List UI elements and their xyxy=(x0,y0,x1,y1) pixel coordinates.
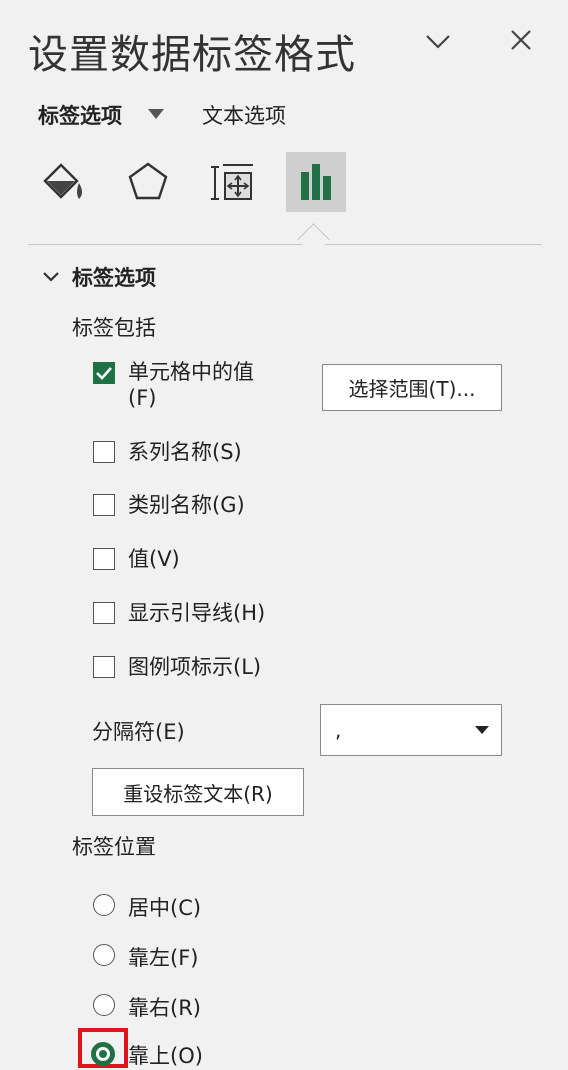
size-properties-icon[interactable] xyxy=(202,152,262,212)
radio-top-label[interactable]: 靠上(O) xyxy=(128,1040,203,1070)
checkbox-legend-key[interactable] xyxy=(93,656,115,678)
active-tab-notch xyxy=(297,223,330,256)
radio-right-label[interactable]: 靠右(R) xyxy=(128,992,201,1022)
radio-center-label[interactable]: 居中(C) xyxy=(128,892,201,922)
close-icon[interactable] xyxy=(503,22,539,58)
tab-label-options[interactable]: 标签选项 xyxy=(38,100,122,130)
radio-left-label[interactable]: 靠左(F) xyxy=(128,942,198,972)
checkbox-legend-key-label[interactable]: 图例项标示(L) xyxy=(128,651,261,681)
checkbox-cell-value-shortcut[interactable]: (F) xyxy=(128,386,156,410)
select-range-button[interactable]: 选择范围(T)... xyxy=(322,364,502,411)
checkbox-series-name[interactable] xyxy=(93,441,115,463)
radio-right[interactable] xyxy=(93,994,115,1016)
separator-dropdown[interactable]: , xyxy=(320,704,502,756)
pentagon-icon[interactable] xyxy=(118,152,178,212)
checkbox-value-label[interactable]: 值(V) xyxy=(128,543,180,573)
bar-chart-icon[interactable] xyxy=(286,152,346,212)
checkbox-cell-value-label[interactable]: 单元格中的值 xyxy=(128,356,254,386)
chevron-down-icon[interactable] xyxy=(420,24,456,60)
dropdown-caret-icon xyxy=(475,726,489,734)
separator-value: , xyxy=(335,718,342,742)
panel-title: 设置数据标签格式 xyxy=(28,32,356,78)
checkbox-category-name-label[interactable]: 类别名称(G) xyxy=(128,489,245,519)
checkbox-cell-value[interactable] xyxy=(93,362,115,384)
section-collapse-icon[interactable] xyxy=(42,268,60,287)
label-position-heading: 标签位置 xyxy=(72,835,156,859)
radio-top[interactable] xyxy=(91,1042,115,1066)
tab-text-options[interactable]: 文本选项 xyxy=(202,100,286,130)
tab-dropdown-caret-icon[interactable] xyxy=(148,109,164,119)
reset-label-text-button[interactable]: 重设标签文本(R) xyxy=(92,768,304,816)
label-includes-heading: 标签包括 xyxy=(72,316,156,340)
radio-left[interactable] xyxy=(93,944,115,966)
checkbox-leader-lines-label[interactable]: 显示引导线(H) xyxy=(128,597,265,627)
checkbox-category-name[interactable] xyxy=(93,494,115,516)
section-title[interactable]: 标签选项 xyxy=(72,262,156,292)
tab-separator xyxy=(28,244,542,245)
paint-bucket-icon[interactable] xyxy=(34,152,94,212)
checkbox-value[interactable] xyxy=(93,548,115,570)
separator-label: 分隔符(E) xyxy=(92,720,185,744)
checkbox-leader-lines[interactable] xyxy=(93,602,115,624)
checkbox-series-name-label[interactable]: 系列名称(S) xyxy=(128,436,242,466)
radio-center[interactable] xyxy=(93,894,115,916)
